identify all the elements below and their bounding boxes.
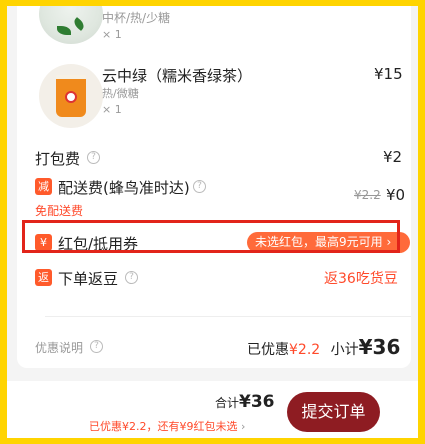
free-delivery-note: 免配送费	[35, 204, 84, 218]
delivery-fee-value: ¥0	[386, 186, 406, 204]
item-spec: 中杯/热/少糖	[102, 11, 171, 25]
item-spec: 热/微糖	[102, 87, 139, 100]
total-line: 合计¥36	[215, 392, 275, 412]
cup-icon	[56, 75, 86, 117]
leaf-icon	[71, 17, 87, 31]
help-icon[interactable]: ?	[193, 180, 206, 193]
item-qty: × 1	[102, 103, 122, 116]
help-icon[interactable]: ?	[125, 271, 138, 284]
saved-value: ¥2.2	[289, 342, 321, 358]
leaf-icon	[57, 26, 71, 35]
saved-summary[interactable]: 已优惠¥2.2，还有¥9红包未选 ›	[89, 418, 245, 434]
brand-logo-icon	[65, 91, 77, 103]
summary-line: 已优惠¥2.2 小计¥36	[247, 335, 400, 359]
item-qty: × 1	[102, 28, 122, 41]
total-label: 合计	[215, 396, 240, 410]
chevron-right-icon: ›	[241, 420, 246, 433]
help-icon[interactable]: ?	[90, 340, 103, 353]
product-image-cup[interactable]	[39, 64, 103, 128]
submit-order-button[interactable]: 提交订单	[287, 392, 380, 432]
saved-label: 已优惠	[247, 342, 289, 358]
order-card: 中杯/热/少糖 × 1 云中绿（糯米香绿茶） 热/微糖 × 1 ¥15 打包费 …	[17, 6, 411, 368]
packing-fee-value: ¥2	[383, 148, 403, 166]
subtotal-label: 小计	[330, 342, 359, 358]
discount-badge: 减	[35, 178, 52, 195]
highlight-coupon-row	[22, 220, 400, 253]
product-image-tea[interactable]	[39, 6, 103, 44]
discount-info-link[interactable]: 优惠说明	[35, 339, 83, 356]
saved-summary-text: 已优惠¥2.2，还有¥9红包未选	[89, 420, 238, 433]
cashback-value: 返36吃货豆	[324, 271, 398, 287]
divider	[45, 316, 411, 317]
packing-fee-label: 打包费	[35, 150, 81, 168]
help-icon[interactable]: ?	[87, 151, 100, 164]
cashback-badge: 返	[35, 269, 52, 286]
item-name: 云中绿（糯米香绿茶）	[102, 67, 253, 85]
delivery-fee-label: 配送费(蜂鸟准时达)	[58, 179, 190, 197]
subtotal-value: ¥36	[358, 335, 401, 359]
delivery-original-price: ¥2.2	[354, 188, 381, 202]
total-value: ¥36	[239, 392, 275, 412]
cashback-label: 下单返豆	[58, 270, 119, 288]
item-price: ¥15	[374, 65, 403, 83]
checkout-bar: 合计¥36 已优惠¥2.2，还有¥9红包未选 › 提交订单	[7, 381, 418, 438]
